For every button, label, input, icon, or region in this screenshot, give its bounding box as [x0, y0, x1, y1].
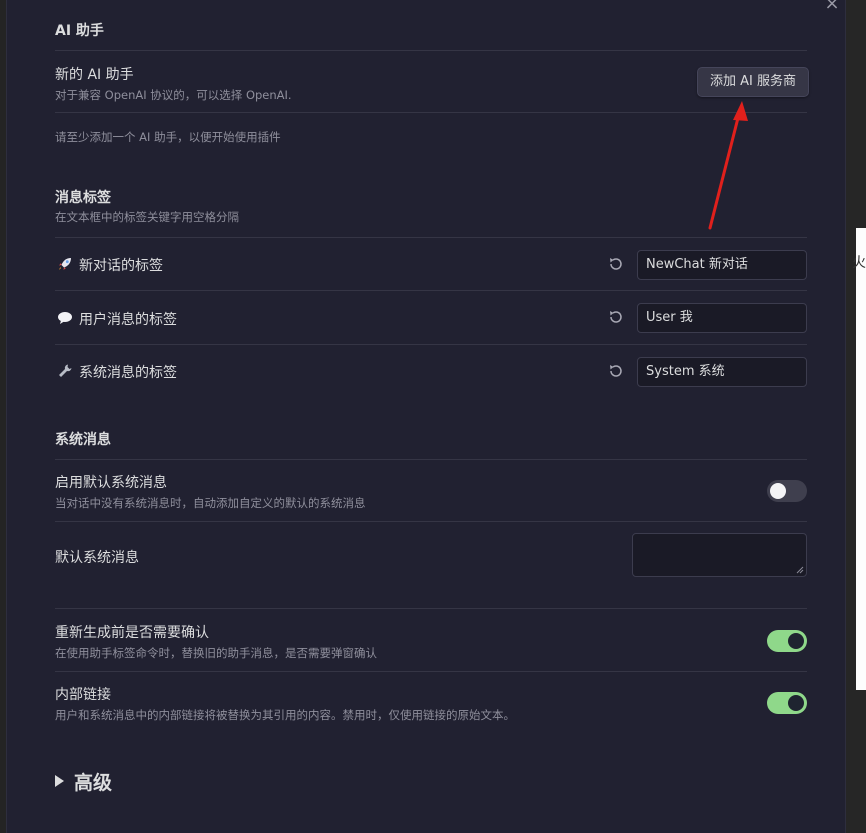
ai-section-heading: AI 助手	[55, 23, 104, 39]
background-panel	[856, 228, 866, 690]
tag-label-system: 系统消息的标签	[79, 365, 177, 381]
confirm-regen-toggle[interactable]	[767, 630, 807, 652]
default-system-message-name: 默认系统消息	[55, 550, 139, 566]
tag-row-new-chat: 新对话的标签 NewChat 新对话	[55, 237, 807, 291]
default-system-message-textarea[interactable]	[632, 533, 807, 577]
setting-default-system-message: 默认系统消息	[55, 521, 807, 608]
tag-row-user: 用户消息的标签 User 我	[55, 290, 807, 344]
wrench-icon	[59, 364, 72, 377]
divider	[55, 112, 807, 113]
advanced-section-toggle[interactable]: 高级	[55, 768, 112, 795]
enable-default-system-name: 启用默认系统消息	[55, 475, 167, 491]
ai-hint-text: 请至少添加一个 AI 助手，以便开始使用插件	[55, 130, 281, 144]
reset-icon[interactable]	[607, 362, 625, 380]
toggle-knob	[788, 695, 804, 711]
internal-links-name: 内部链接	[55, 687, 111, 703]
tag-row-system: 系统消息的标签 System 系统	[55, 344, 807, 398]
reset-icon[interactable]	[607, 255, 625, 273]
background-peek-text: 火	[852, 255, 866, 271]
add-ai-provider-button[interactable]: 添加 AI 服务商	[697, 67, 809, 97]
reset-icon[interactable]	[607, 308, 625, 326]
new-chat-tag-input[interactable]: NewChat 新对话	[637, 250, 807, 280]
internal-links-desc: 用户和系统消息中的内部链接将被替换为其引用的内容。禁用时，仅使用链接的原始文本。	[55, 708, 515, 722]
expand-triangle-icon	[55, 775, 64, 787]
backdrop-right: 火	[846, 0, 866, 833]
tags-section-heading: 消息标签	[55, 190, 111, 206]
setting-internal-links: 内部链接 用户和系统消息中的内部链接将被替换为其引用的内容。禁用时，仅使用链接的…	[55, 671, 807, 733]
toggle-knob	[770, 483, 786, 499]
setting-new-assistant: 新的 AI 助手 对于兼容 OpenAI 协议的，可以选择 OpenAI. 添加…	[55, 50, 809, 113]
confirm-regen-desc: 在使用助手标签命令时，替换旧的助手消息，是否需要弹窗确认	[55, 646, 377, 660]
new-assistant-name: 新的 AI 助手	[55, 67, 134, 83]
new-assistant-desc: 对于兼容 OpenAI 协议的，可以选择 OpenAI.	[55, 88, 292, 102]
enable-default-system-desc: 当对话中没有系统消息时，自动添加自定义的默认的系统消息	[55, 496, 366, 510]
toggle-knob	[788, 633, 804, 649]
system-section-heading: 系统消息	[55, 432, 111, 448]
internal-links-toggle[interactable]	[767, 692, 807, 714]
system-tag-input[interactable]: System 系统	[637, 357, 807, 387]
rocket-icon	[59, 258, 71, 270]
resize-grip-icon[interactable]	[796, 566, 804, 574]
user-tag-input[interactable]: User 我	[637, 303, 807, 333]
advanced-label: 高级	[74, 772, 113, 794]
speech-bubble-icon	[58, 312, 72, 324]
tag-label-user: 用户消息的标签	[79, 312, 177, 328]
setting-confirm-regen: 重新生成前是否需要确认 在使用助手标签命令时，替换旧的助手消息，是否需要弹窗确认	[55, 608, 807, 671]
settings-modal: × AI 助手 新的 AI 助手 对于兼容 OpenAI 协议的，可以选择 Op…	[6, 0, 846, 833]
tag-label-new-chat: 新对话的标签	[79, 258, 163, 274]
confirm-regen-name: 重新生成前是否需要确认	[55, 625, 209, 641]
close-button[interactable]: ×	[822, 0, 842, 14]
tags-section-desc: 在文本框中的标签关键字用空格分隔	[55, 210, 239, 224]
setting-enable-default-system: 启用默认系统消息 当对话中没有系统消息时，自动添加自定义的默认的系统消息	[55, 459, 807, 521]
enable-default-system-toggle[interactable]	[767, 480, 807, 502]
